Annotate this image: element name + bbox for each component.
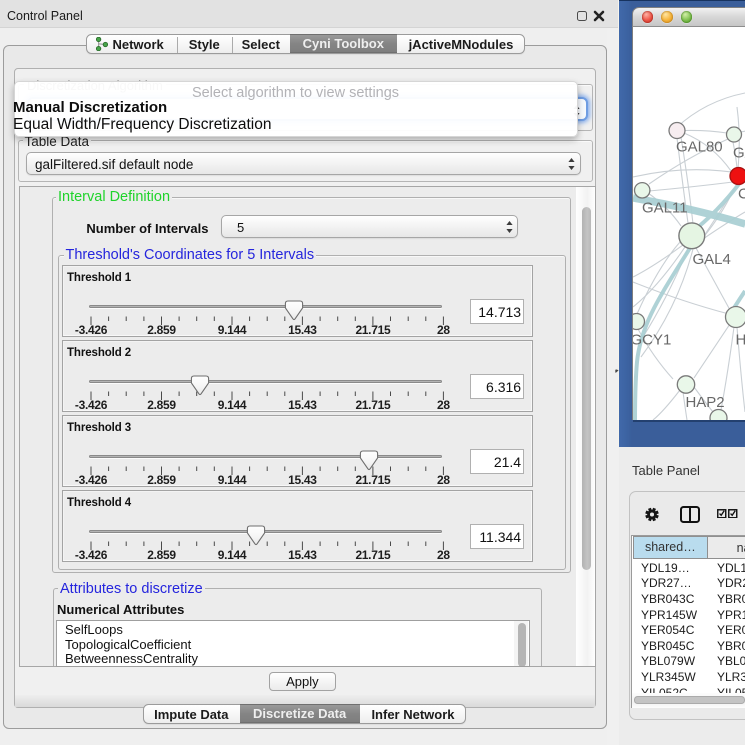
svg-text:GA: GA xyxy=(733,144,745,161)
svg-text:HAP2: HAP2 xyxy=(685,394,724,411)
svg-text:CY: CY xyxy=(738,185,745,202)
svg-text:H: H xyxy=(735,331,745,348)
svg-text:GAL80: GAL80 xyxy=(676,138,723,155)
svg-text:GAL11: GAL11 xyxy=(642,199,688,216)
svg-text:GCY1: GCY1 xyxy=(633,331,671,348)
svg-text:GAL4: GAL4 xyxy=(692,251,730,268)
